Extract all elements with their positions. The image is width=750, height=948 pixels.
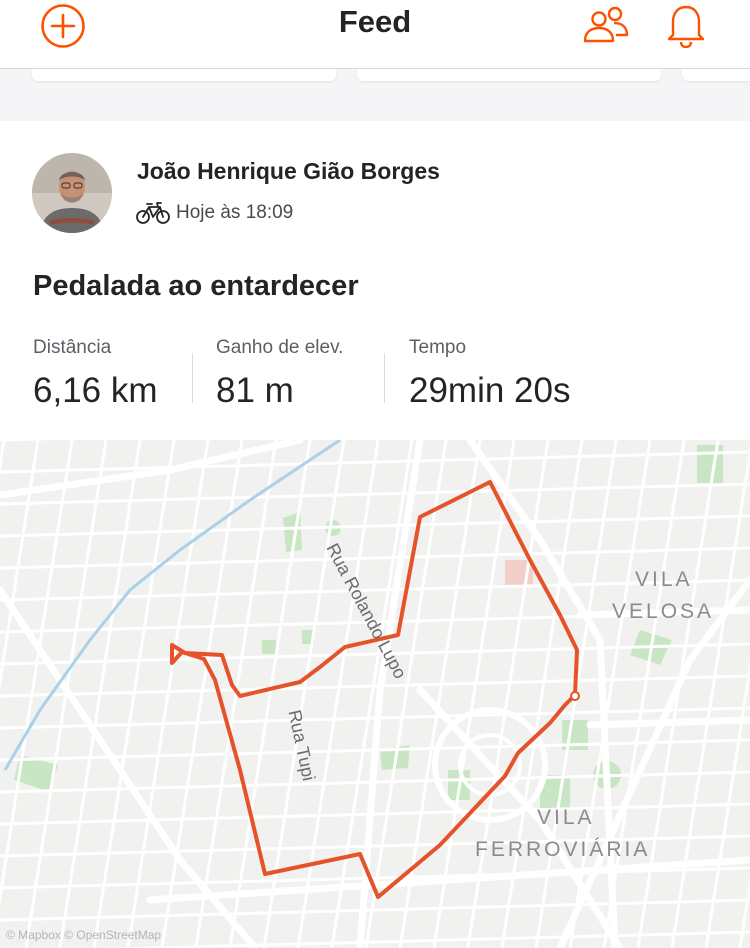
athlete-name[interactable]: João Henrique Gião Borges [137, 158, 440, 185]
avatar[interactable] [32, 153, 112, 233]
map-canvas [0, 440, 750, 948]
stat-label: Tempo [409, 337, 467, 358]
app-header: Feed [0, 0, 750, 69]
stat-label: Distância [33, 337, 112, 358]
map-attribution[interactable]: © Mapbox © OpenStreetMap [6, 928, 161, 942]
stat-elevation: Ganho de elev. 81 m [216, 337, 343, 411]
neighborhood-label: VILA [635, 568, 693, 591]
activity-timestamp: Hoje às 18:09 [176, 202, 294, 223]
stat-value: 6,16 km [33, 371, 158, 410]
stat-time: Tempo 29min 20s [409, 337, 570, 411]
neighborhood-label: FERROVIÁRIA [475, 838, 651, 861]
people-icon[interactable] [582, 5, 630, 45]
neighborhood-label: VILA [537, 806, 595, 829]
activity-card[interactable]: João Henrique Gião Borges Hoje às 18:09 … [0, 121, 750, 948]
bell-icon[interactable] [665, 2, 707, 48]
activity-title[interactable]: Pedalada ao entardecer [33, 270, 359, 303]
stat-distance: Distância 6,16 km [33, 337, 158, 411]
stat-value: 29min 20s [409, 371, 571, 410]
neighborhood-label: VELOSA [612, 600, 715, 623]
bike-icon [136, 202, 170, 224]
stat-value: 81 m [216, 371, 294, 410]
stat-label: Ganho de elev. [216, 337, 344, 358]
activity-meta: Hoje às 18:09 [136, 199, 293, 227]
carousel-card[interactable] [357, 69, 661, 81]
carousel-card[interactable] [682, 69, 750, 81]
activity-stats: Distância 6,16 km Ganho de elev. 81 m Te… [0, 337, 750, 417]
stat-divider [384, 353, 385, 403]
suggestion-carousel[interactable] [0, 69, 750, 121]
page-title: Feed [338, 4, 412, 39]
carousel-card[interactable] [32, 69, 336, 81]
stat-divider [192, 353, 193, 403]
route-map[interactable]: VILA VELOSA VILA FERROVIÁRIA Rua Rolando… [0, 440, 750, 948]
